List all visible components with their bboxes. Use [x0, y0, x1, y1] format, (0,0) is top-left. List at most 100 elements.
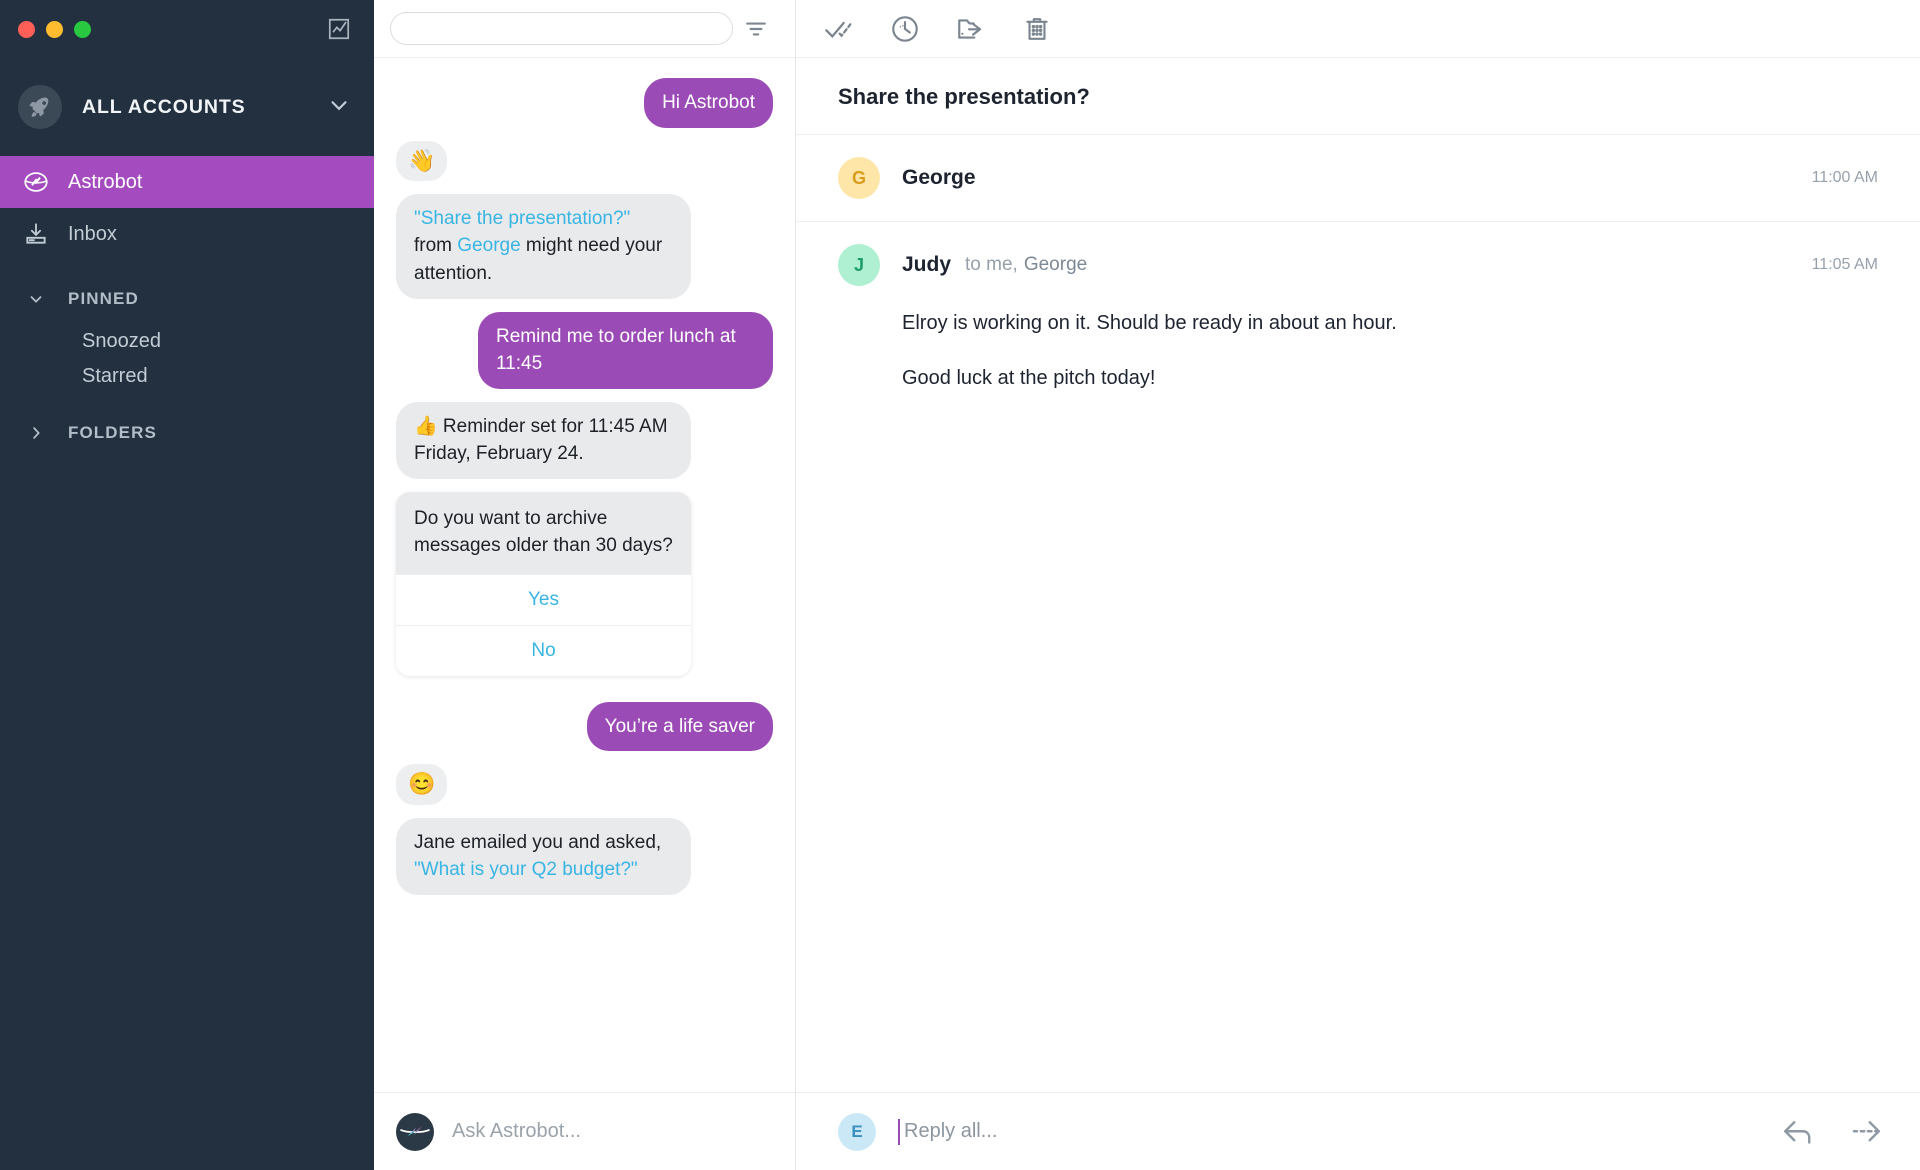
email-message[interactable]: J Judy to me, George 11:05 AM Elroy is wo… — [796, 222, 1920, 416]
chat-compose-bar[interactable]: Ask Astrobot... — [374, 1092, 795, 1170]
chat-search-bar — [374, 0, 795, 58]
avatar-initial: E — [851, 1121, 863, 1141]
chat-message: Jane emailed you and asked, "What is you… — [396, 817, 773, 895]
reading-pane: Share the presentation? G George 11:00 A… — [796, 0, 1920, 1170]
timestamp: 11:05 AM — [1811, 256, 1878, 273]
sender-name: George — [902, 166, 976, 189]
delete-button[interactable] — [1016, 8, 1058, 50]
chevron-down-icon[interactable] — [326, 92, 352, 123]
account-label: ALL ACCOUNTS — [82, 95, 246, 118]
chevron-down-icon — [18, 290, 54, 308]
sidebar-item-starred[interactable]: Starred — [0, 359, 374, 394]
chat-message: "Share the presentation?" from George mi… — [396, 193, 773, 299]
mark-done-button[interactable] — [818, 8, 860, 50]
app-window: ALL ACCOUNTS Astrobot Inbox PINNED Snooz… — [0, 0, 1920, 1170]
chat-message: Do you want to archive messages older th… — [396, 491, 773, 689]
filter-button[interactable] — [733, 9, 779, 49]
double-check-icon — [825, 21, 852, 38]
compose-button[interactable] — [322, 12, 356, 46]
chat-bubble-rich: "Share the presentation?" from George mi… — [396, 193, 691, 299]
filter-icon — [746, 22, 766, 35]
text-fragment: Jane emailed you and asked, — [414, 831, 662, 853]
email-subject: Share the presentation? — [796, 58, 1920, 135]
recipient-name: George — [1023, 254, 1088, 275]
sidebar-item-label: Astrobot — [68, 170, 143, 193]
reply-placeholder: Reply all... — [904, 1120, 998, 1142]
wave-emoji: 👋 — [396, 140, 448, 181]
chat-bubble: 👍 Reminder set for 11:45 AM Friday, Febr… — [396, 401, 691, 479]
chevron-right-icon — [18, 424, 54, 442]
sidebar-item-label: Snoozed — [82, 330, 161, 352]
compose-icon — [328, 18, 350, 40]
sidebar-item-label: Inbox — [68, 222, 117, 245]
chat-bubble-rich: Jane emailed you and asked, "What is you… — [396, 817, 691, 895]
account-switcher[interactable]: ALL ACCOUNTS — [0, 58, 374, 156]
email-body: Elroy is working on it. Should be ready … — [902, 308, 1878, 394]
chat-input-placeholder[interactable]: Ask Astrobot... — [452, 1120, 581, 1143]
email-thread: G George 11:00 AM J Judy to me, George 11… — [796, 135, 1920, 1092]
forward-arrow-icon — [1852, 1120, 1880, 1141]
sidebar-item-snoozed[interactable]: Snoozed — [0, 324, 374, 359]
section-header-pinned[interactable]: PINNED — [0, 274, 374, 324]
recipients-prefix: to me, — [965, 254, 1018, 275]
email-message[interactable]: G George 11:00 AM — [796, 135, 1920, 222]
close-window-button[interactable] — [18, 20, 35, 38]
chat-message: 👍 Reminder set for 11:45 AM Friday, Febr… — [396, 401, 773, 479]
forward-button[interactable] — [1846, 1112, 1886, 1152]
folder-move-icon — [958, 18, 982, 39]
snooze-button[interactable] — [884, 8, 926, 50]
reply-arrow-icon — [1784, 1120, 1811, 1144]
card-question: Do you want to archive messages older th… — [396, 491, 691, 574]
avatar-initial: G — [851, 167, 866, 188]
archive-prompt-card: Do you want to archive messages older th… — [396, 491, 691, 676]
chat-bubble: Remind me to order lunch at 11:45 — [478, 311, 773, 389]
email-subject-link[interactable]: "Share the presentation?" — [414, 208, 630, 229]
chat-message: You’re a life saver — [396, 701, 773, 752]
sidebar-item-inbox[interactable]: Inbox — [0, 208, 374, 260]
chat-message: 😊 — [396, 764, 773, 805]
clock-icon — [892, 15, 918, 42]
sidebar-item-astrobot[interactable]: Astrobot — [0, 156, 374, 208]
reply-button[interactable] — [1778, 1112, 1818, 1152]
timestamp: 11:00 AM — [1811, 169, 1878, 186]
text-caret — [898, 1118, 900, 1145]
sender-name: Judy — [902, 253, 952, 276]
window-controls — [0, 0, 374, 58]
astrobot-avatar — [396, 1112, 434, 1151]
reply-actions — [1778, 1112, 1886, 1152]
sidebar-item-label: Starred — [82, 365, 148, 387]
archive-yes-button[interactable]: Yes — [396, 573, 691, 625]
email-message-header: J Judy to me, George 11:05 AM — [838, 244, 1878, 286]
recipients: to me, George — [965, 254, 1087, 276]
minimize-window-button[interactable] — [46, 20, 63, 38]
sender-link[interactable]: George — [457, 235, 520, 256]
avatar: E — [838, 1112, 876, 1151]
email-paragraph: Elroy is working on it. Should be ready … — [902, 312, 1397, 334]
email-paragraph: Good luck at the pitch today! — [902, 367, 1156, 389]
section-header-folders[interactable]: FOLDERS — [0, 408, 374, 458]
chat-message-list[interactable]: Hi Astrobot 👋 "Share the presentation?" … — [374, 58, 795, 1092]
mail-toolbar — [796, 0, 1920, 58]
search-input[interactable] — [390, 12, 733, 45]
astrobot-icon — [18, 168, 54, 196]
chat-bubble: You’re a life saver — [586, 701, 773, 752]
chat-bubble: Hi Astrobot — [644, 78, 773, 128]
section-title: FOLDERS — [68, 423, 157, 442]
inbox-icon — [18, 221, 54, 247]
archive-no-button[interactable]: No — [396, 624, 691, 676]
chat-message: Remind me to order lunch at 11:45 — [396, 311, 773, 389]
chat-message: Hi Astrobot — [396, 78, 773, 128]
zoom-window-button[interactable] — [74, 20, 91, 38]
astrobot-chat-panel: Hi Astrobot 👋 "Share the presentation?" … — [374, 0, 796, 1170]
rocket-icon — [18, 85, 62, 129]
sidebar: ALL ACCOUNTS Astrobot Inbox PINNED Snooz… — [0, 0, 374, 1170]
trash-icon — [1026, 17, 1048, 40]
email-message-header: G George 11:00 AM — [838, 157, 1878, 199]
move-to-folder-button[interactable] — [950, 8, 992, 50]
text-fragment: from — [414, 235, 458, 257]
chat-message: 👋 — [396, 140, 773, 181]
question-link[interactable]: "What is your Q2 budget?" — [414, 859, 638, 880]
section-title: PINNED — [68, 289, 139, 308]
avatar-initial: J — [853, 254, 864, 275]
reply-input[interactable]: Reply all... — [898, 1118, 1778, 1145]
